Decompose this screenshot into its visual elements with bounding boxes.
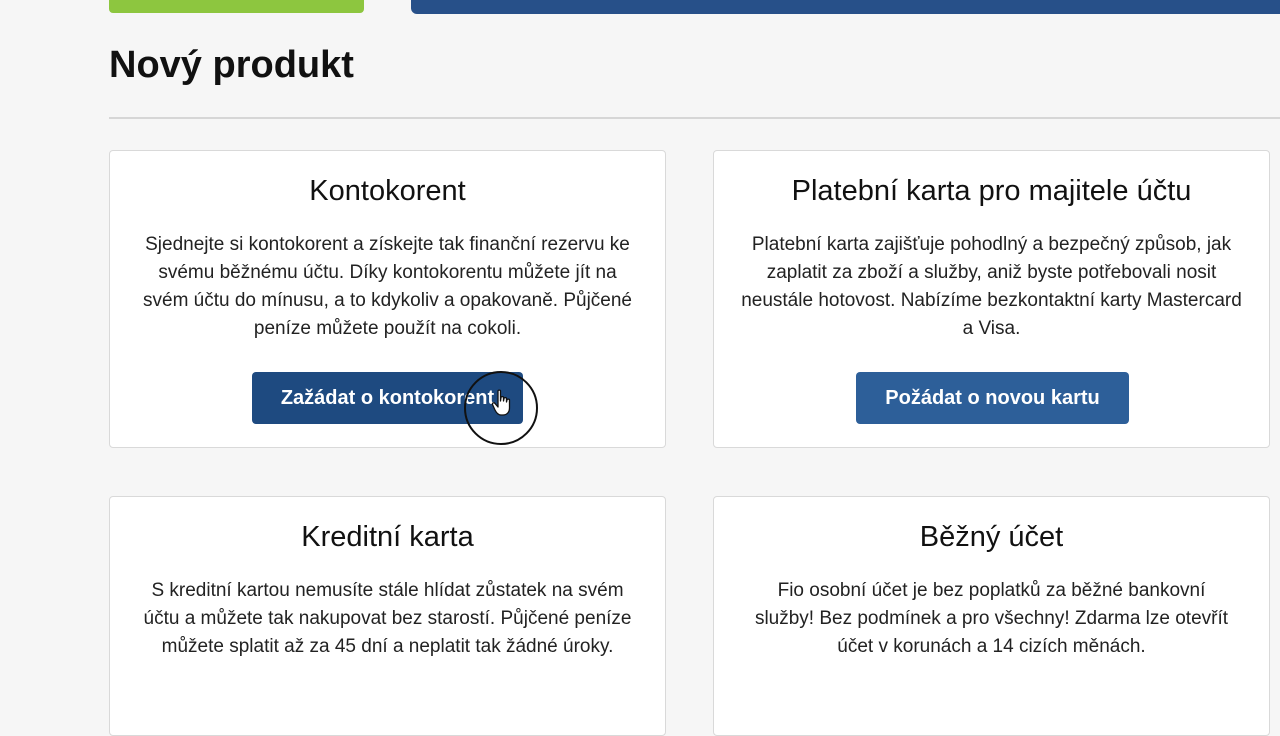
hand-cursor-icon [491,389,511,416]
card-credit-card: Kreditní karta S kreditní kartou nemusít… [109,496,666,736]
nav-bar-blue [411,0,1280,14]
card-description: Platební karta zajišťuje pohodlný a bezp… [741,234,1242,339]
card-payment-card: Platební karta pro majitele účtu Platebn… [713,150,1270,448]
card-kontokorent: Kontokorent Sjednejte si kontokorent a z… [109,150,666,448]
card-description: Sjednejte si kontokorent a získejte tak … [143,234,632,339]
card-title: Běžný účet [919,521,1064,553]
card-title: Platební karta pro majitele účtu [791,175,1192,207]
card-current-account: Běžný účet Fio osobní účet je bez poplat… [713,496,1270,736]
request-new-card-button[interactable]: Požádat o novou kartu [856,372,1129,424]
card-title: Kontokorent [309,175,466,207]
card-description: Fio osobní účet je bez poplatků za běžné… [754,580,1229,657]
card-title: Kreditní karta [301,521,474,553]
page-title: Nový produkt [109,44,354,86]
card-description: S kreditní kartou nemusíte stále hlídat … [143,580,632,657]
nav-tab-green[interactable] [109,0,364,13]
divider [109,117,1280,119]
